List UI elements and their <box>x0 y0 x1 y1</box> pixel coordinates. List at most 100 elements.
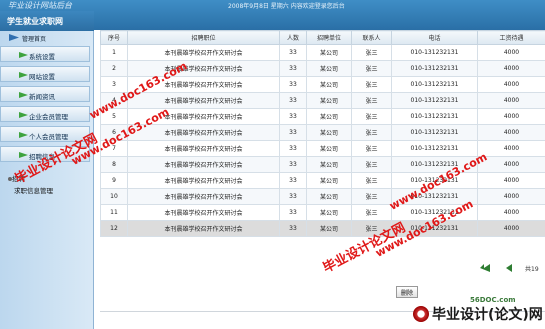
table-cell: 2 <box>100 60 128 77</box>
pager: 共19 <box>480 264 545 274</box>
column-header: 人数 <box>279 30 307 45</box>
table-cell: 4000 <box>477 172 545 189</box>
table-cell: 某公司 <box>306 172 352 189</box>
table-cell: 张三 <box>351 124 392 141</box>
home-arrow-icon <box>9 34 19 41</box>
table-row[interactable]: 9 本刊晨雄学校召开作文研讨会 33 某公司 张三 010-131232131 4000 <box>100 172 545 189</box>
table-cell: 4000 <box>477 76 545 93</box>
table-cell: 4000 <box>477 92 545 109</box>
table-header-row: 序号 招聘职位 人数 招聘单位 联系人 电话 工资待遇 <box>100 30 545 45</box>
table-row[interactable]: 5 本刊晨雄学校召开作文研讨会 33 某公司 张三 010-131232131 4000 <box>100 108 545 125</box>
table-cell: 010-131232131 <box>391 76 478 93</box>
table-cell: 010-131232131 <box>391 172 478 189</box>
table-cell: 某公司 <box>306 140 352 157</box>
page: 毕业设计网站后台 2008年9月8日 星期六 内容欢迎登录您后台 学生就业求职网… <box>0 0 545 329</box>
table-cell: 本刊晨雄学校召开作文研讨会 <box>127 108 280 125</box>
sidebar-item-recruitment[interactable]: 招聘信息 <box>0 146 90 162</box>
sidebar-item-label: 个人会员管理 <box>29 133 68 141</box>
table-cell: 11 <box>100 204 128 221</box>
banner-logo: 毕业设计网站后台 <box>8 1 72 10</box>
table-cell: 8 <box>100 156 128 173</box>
table-cell: 6 <box>100 124 128 141</box>
sidebar-item-company-members[interactable]: 企业会员管理 <box>0 106 90 122</box>
sidebar-item-label: 新闻资讯 <box>29 93 55 101</box>
table-cell: 010-131232131 <box>391 140 478 157</box>
table-cell: 本刊晨雄学校召开作文研讨会 <box>127 92 280 109</box>
table-row[interactable]: 2 本刊晨雄学校召开作文研讨会 33 某公司 张三 010-131232131 4000 <box>100 60 545 77</box>
column-header: 电话 <box>391 30 478 45</box>
table-row[interactable]: 11 本刊晨雄学校召开作文研讨会 33 某公司 张三 010-131232131 4000 <box>100 204 545 221</box>
column-header: 工资待遇 <box>477 30 545 45</box>
table-cell: 010-131232131 <box>391 204 478 221</box>
sidebar-item-site-settings[interactable]: 网站设置 <box>0 66 90 82</box>
sidebar-item-label: 系统设置 <box>29 53 55 61</box>
table-row[interactable]: 12 本刊晨雄学校召开作文研讨会 33 某公司 张三 010-131232131 4000 <box>100 220 545 237</box>
table-cell: 33 <box>279 92 307 109</box>
subnav-recruitment[interactable]: 招聘 <box>12 173 25 183</box>
table-cell: 本刊晨雄学校召开作文研讨会 <box>127 172 280 189</box>
table-cell: 4000 <box>477 44 545 61</box>
table-cell: 010-131232131 <box>391 124 478 141</box>
sidebar-item-label: 网站设置 <box>29 73 55 81</box>
arrow-icon <box>19 132 28 138</box>
table-cell: 张三 <box>351 188 392 205</box>
column-header: 序号 <box>100 30 128 45</box>
table-cell: 张三 <box>351 172 392 189</box>
table-row[interactable]: 6 本刊晨雄学校召开作文研讨会 33 某公司 张三 010-131232131 4000 <box>100 124 545 141</box>
table-cell: 33 <box>279 140 307 157</box>
table-cell: 33 <box>279 172 307 189</box>
table-cell: 本刊晨雄学校召开作文研讨会 <box>127 44 280 61</box>
recruitment-table: 序号 招聘职位 人数 招聘单位 联系人 电话 工资待遇 1 本刊晨雄学校召开作文研… <box>100 30 545 237</box>
table-cell: 4 <box>100 92 128 109</box>
corner-text: 毕业设计(论文)网 <box>432 307 543 323</box>
table-cell: 本刊晨雄学校召开作文研讨会 <box>127 124 280 141</box>
table-row[interactable]: 7 本刊晨雄学校召开作文研讨会 33 某公司 张三 010-131232131 4000 <box>100 140 545 157</box>
nav-home[interactable]: 管理首页 <box>0 32 94 44</box>
table-cell: 某公司 <box>306 156 352 173</box>
corner-seal-icon <box>413 306 429 322</box>
corner-site: 56DOC.com <box>470 296 516 304</box>
arrow-icon <box>19 72 28 78</box>
table-cell: 010-131232131 <box>391 44 478 61</box>
table-cell: 张三 <box>351 156 392 173</box>
table-cell: 3 <box>100 76 128 93</box>
table-cell: 张三 <box>351 140 392 157</box>
table-cell: 33 <box>279 204 307 221</box>
table-cell: 某公司 <box>306 108 352 125</box>
banner-date: 2008年9月8日 星期六 内容欢迎登录您后台 <box>228 3 345 10</box>
sidebar-title: 学生就业求职网 <box>0 11 94 31</box>
subnav-jobseeker[interactable]: 求职信息管理 <box>14 185 53 195</box>
table-row[interactable]: 10 本刊晨雄学校召开作文研讨会 33 某公司 张三 010-131232131 4000 <box>100 188 545 205</box>
arrow-icon <box>19 112 28 118</box>
table-cell: 某公司 <box>306 124 352 141</box>
table-row[interactable]: 8 本刊晨雄学校召开作文研讨会 33 某公司 张三 010-131232131 4000 <box>100 156 545 173</box>
table-cell: 010-131232131 <box>391 156 478 173</box>
table-cell: 4000 <box>477 140 545 157</box>
table-cell: 本刊晨雄学校召开作文研讨会 <box>127 188 280 205</box>
table-cell: 本刊晨雄学校召开作文研讨会 <box>127 204 280 221</box>
table-row[interactable]: 3 本刊晨雄学校召开作文研讨会 33 某公司 张三 010-131232131 4000 <box>100 76 545 93</box>
arrow-icon <box>19 152 28 158</box>
table-cell: 9 <box>100 172 128 189</box>
table-cell: 010-131232131 <box>391 60 478 77</box>
table-cell: 张三 <box>351 60 392 77</box>
table-cell: 010-131232131 <box>391 188 478 205</box>
arrow-icon <box>19 52 28 58</box>
table-row[interactable]: 4 本刊晨雄学校召开作文研讨会 33 某公司 张三 010-131232131 4000 <box>100 92 545 109</box>
arrow-icon <box>19 92 28 98</box>
table-cell: 33 <box>279 124 307 141</box>
table-cell: 某公司 <box>306 44 352 61</box>
table-cell: 张三 <box>351 44 392 61</box>
table-cell: 33 <box>279 220 307 237</box>
table-cell: 某公司 <box>306 188 352 205</box>
table-cell: 本刊晨雄学校召开作文研讨会 <box>127 60 280 77</box>
sidebar-item-news[interactable]: 新闻资讯 <box>0 86 90 102</box>
table-row[interactable]: 1 本刊晨雄学校召开作文研讨会 33 某公司 张三 010-131232131 4000 <box>100 44 545 61</box>
table-body: 1 本刊晨雄学校召开作文研讨会 33 某公司 张三 010-131232131 4000 2 本… <box>100 44 545 237</box>
table-cell: 33 <box>279 156 307 173</box>
prev-page-icon[interactable] <box>506 264 512 272</box>
sidebar-item-personal-members[interactable]: 个人会员管理 <box>0 126 90 142</box>
nav-home-label: 管理首页 <box>22 36 47 43</box>
first-page-icon[interactable] <box>480 264 490 272</box>
sidebar-item-system-settings[interactable]: 系统设置 <box>0 46 90 62</box>
